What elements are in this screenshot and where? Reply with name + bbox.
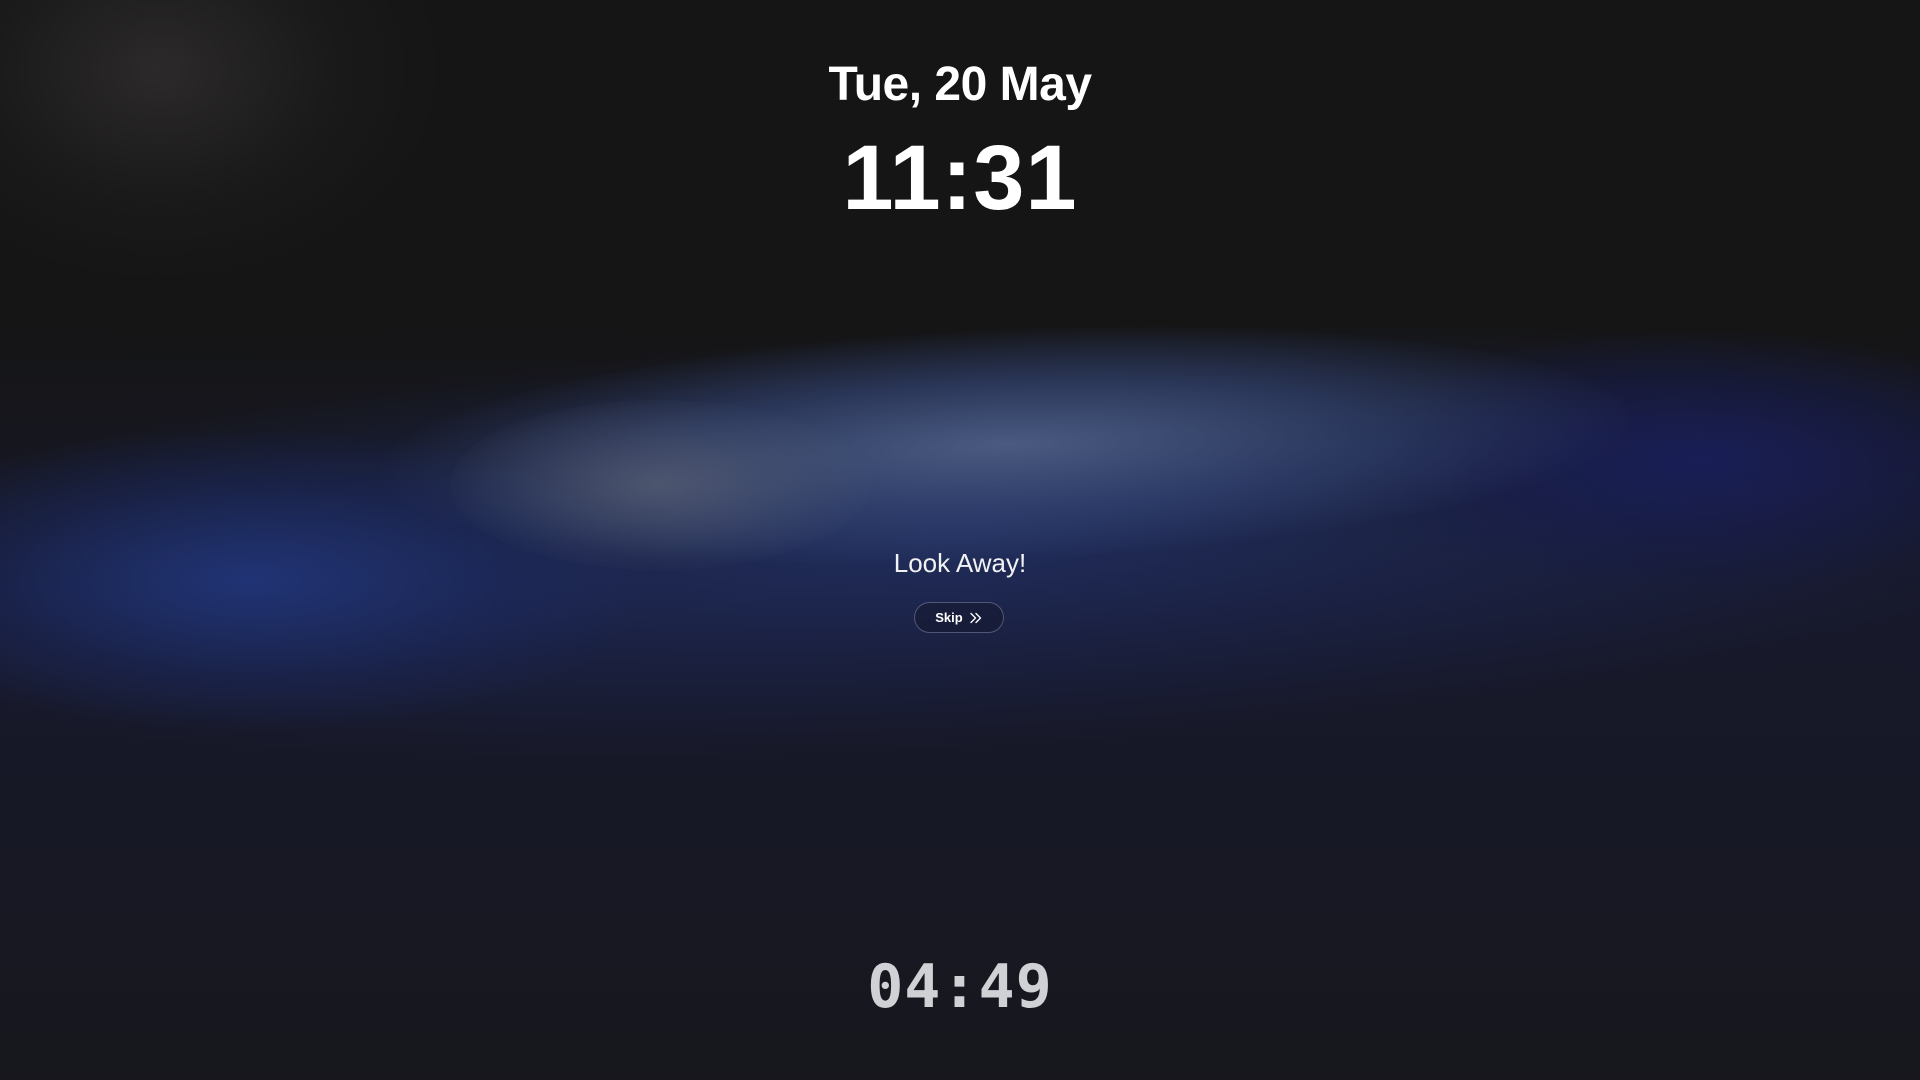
skip-button-label: Skip [935,609,963,625]
skip-button[interactable]: Skip [914,602,1004,633]
break-message: Look Away! [893,548,1027,578]
double-chevron-right-icon [969,611,983,625]
background-glow-band [0,264,1920,816]
clock-time: 11:31 [842,127,1078,229]
break-screen: Tue, 20 May 11:31 Look Away! Skip 04:49 [0,0,1920,1080]
countdown-timer: 04:49 [867,952,1053,1022]
date-label: Tue, 20 May [828,58,1092,111]
